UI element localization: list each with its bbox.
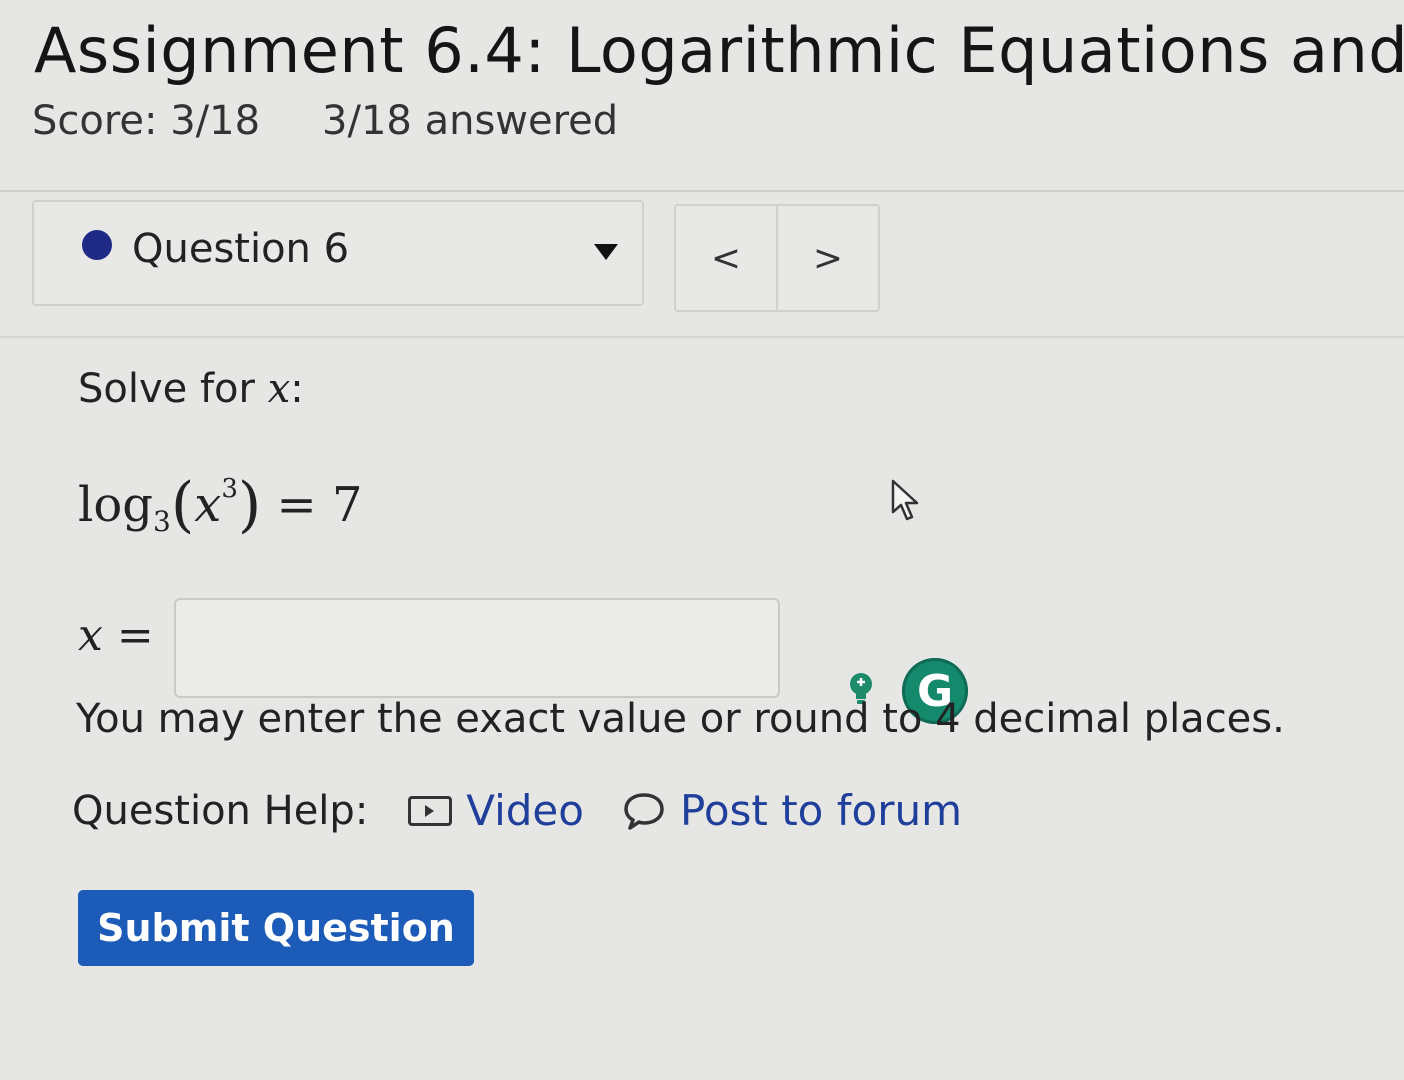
- prompt-variable: x: [267, 366, 291, 412]
- question-select-dropdown[interactable]: Question 6: [32, 200, 644, 306]
- next-question-button[interactable]: >: [776, 206, 878, 310]
- score-text: Score: 3/18: [32, 98, 261, 144]
- prompt-text: Solve for: [78, 366, 255, 412]
- video-help-link[interactable]: Video: [466, 786, 584, 835]
- equation: log3(x3) = 7: [78, 470, 363, 540]
- score-line: Score: 3/18 3/18 answered: [32, 98, 618, 144]
- speech-bubble-icon: [624, 792, 664, 830]
- question-status-dot-icon: [82, 230, 112, 260]
- page-title: Assignment 6.4: Logarithmic Equations an…: [34, 14, 1404, 87]
- answer-equals: =: [116, 610, 154, 661]
- question-select-label: Question 6: [132, 226, 350, 272]
- question-help-label: Question Help:: [72, 787, 369, 834]
- video-icon: [408, 795, 453, 826]
- equation-exponent: 3: [221, 474, 238, 504]
- question-prompt: Solve for x:: [78, 366, 304, 412]
- equation-variable: x: [194, 477, 222, 533]
- rounding-instructions: You may enter the exact value or round t…: [76, 696, 1285, 742]
- answer-input[interactable]: [174, 598, 780, 698]
- equation-paren-close: ): [237, 470, 262, 540]
- submit-question-button[interactable]: Submit Question: [78, 890, 474, 966]
- equation-rhs: 7: [332, 477, 363, 533]
- equation-equals: =: [276, 477, 317, 533]
- equation-paren-open: (: [170, 470, 195, 540]
- question-help-row: Question Help: Video Post to forum: [72, 786, 962, 835]
- question-nav-group: < >: [674, 204, 880, 312]
- divider: [0, 190, 1404, 192]
- chevron-down-icon: [594, 244, 618, 260]
- prompt-colon: :: [290, 366, 304, 412]
- mouse-cursor-icon: [891, 479, 919, 521]
- post-to-forum-link[interactable]: Post to forum: [680, 786, 962, 835]
- answer-label: x =: [78, 610, 154, 661]
- divider: [0, 336, 1404, 338]
- equation-function: log: [78, 477, 153, 533]
- answered-count: 3/18 answered: [322, 98, 619, 144]
- answer-variable: x: [78, 610, 103, 661]
- previous-question-button[interactable]: <: [676, 206, 776, 310]
- equation-base: 3: [152, 505, 171, 538]
